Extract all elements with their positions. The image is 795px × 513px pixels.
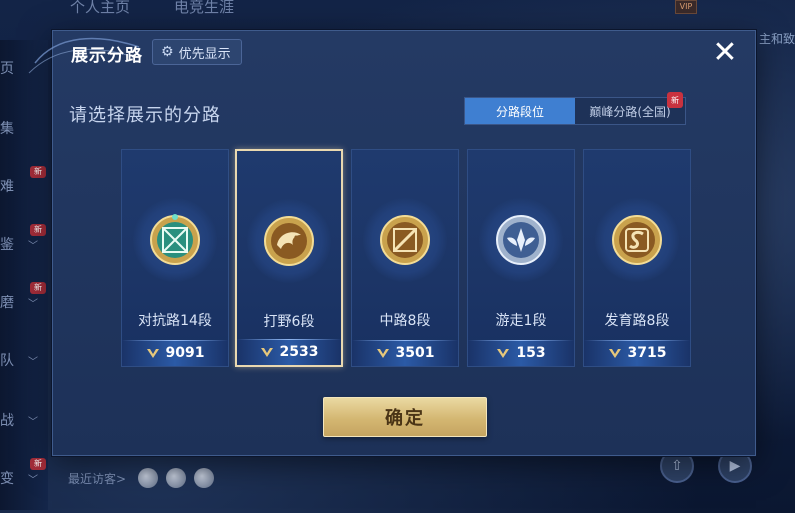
bg-side-item[interactable]: 队 ﹀ xyxy=(0,350,48,370)
lane-name: 中路8段 xyxy=(379,313,431,329)
bg-side-label: 战 xyxy=(0,413,14,429)
lane-score-bar: 9091 xyxy=(122,340,228,366)
peak-score-icon xyxy=(376,349,389,358)
up-arrow-icon: ⇧ xyxy=(671,458,683,474)
gear-icon: ⚙ xyxy=(161,44,174,60)
tab-peak-lane[interactable]: 巅峰分路(全国) 新 xyxy=(575,92,685,124)
dialog-subtitle: 请选择展示的分路 xyxy=(69,105,221,126)
chevron-down-icon: ﹀ xyxy=(28,299,38,310)
bg-right-text: 主和致 xyxy=(758,32,795,46)
new-tag: 新 xyxy=(30,224,46,236)
lane-score-bar: 2533 xyxy=(237,339,341,365)
chevron-down-icon: ﹀ xyxy=(28,475,38,486)
lane-score-bar: 3715 xyxy=(584,340,690,366)
bg-side-label: 难 xyxy=(0,179,14,195)
chevron-down-icon: ﹀ xyxy=(28,357,38,368)
priority-display-button[interactable]: ⚙ 优先显示 xyxy=(152,39,242,65)
bg-side-label: 队 xyxy=(0,353,14,369)
visitor-avatar[interactable] xyxy=(138,468,159,488)
lane-score: 9091 xyxy=(165,345,205,361)
bar-glow xyxy=(468,340,574,341)
vip-badge: VIP xyxy=(675,0,697,14)
farm-lane-emblem-icon xyxy=(612,215,662,265)
bar-glow xyxy=(122,340,228,341)
peak-score-icon xyxy=(608,349,621,358)
lane-card-roam[interactable]: 游走1段 153 xyxy=(467,149,575,367)
peak-score-icon xyxy=(260,348,273,357)
background-tabs: 个人主页 电竞生涯 xyxy=(70,0,234,17)
lane-score-bar: 3501 xyxy=(352,340,458,366)
tab-peak-lane-label: 巅峰分路(全国) xyxy=(589,104,671,119)
lane-name: 游走1段 xyxy=(495,313,547,329)
jungle-emblem-icon xyxy=(264,216,314,266)
recent-visitors: 最近访客> xyxy=(68,468,215,488)
bg-side-label: 磨 xyxy=(0,295,14,311)
close-icon: ✕ xyxy=(712,35,738,70)
bar-glow xyxy=(237,339,341,340)
new-badge: 新 xyxy=(667,92,683,108)
lane-score: 2533 xyxy=(279,344,319,360)
bg-side-item[interactable]: 集 xyxy=(0,118,48,138)
bg-tab-profile[interactable]: 个人主页 xyxy=(70,0,130,17)
lane-card-list: 对抗路14段 9091 打野6段 2533 中路8段 3501 游走1段 153… xyxy=(121,149,691,369)
lane-score: 3715 xyxy=(627,345,667,361)
bg-side-item[interactable]: 页 xyxy=(0,58,48,78)
visitor-avatar[interactable] xyxy=(194,468,215,488)
bar-glow xyxy=(584,340,690,341)
bg-side-label: 集 xyxy=(0,121,14,137)
mode-tabs: 分路段位 巅峰分路(全国) 新 xyxy=(464,92,686,125)
clash-lane-emblem-icon xyxy=(150,214,200,265)
background-sidebar: 页 集 难 新 鉴 新 ﹀ 磨 新 ﹀ 队 ﹀ 战 ﹀ 变 新 ﹀ xyxy=(0,40,48,510)
lane-name: 对抗路14段 xyxy=(138,313,212,329)
new-tag: 新 xyxy=(30,166,46,178)
priority-display-label: 优先显示 xyxy=(178,46,231,62)
bar-glow xyxy=(352,340,458,341)
new-tag: 新 xyxy=(30,282,46,294)
visitor-avatar[interactable] xyxy=(166,468,187,488)
bg-side-label: 变 xyxy=(0,471,14,487)
lane-score-bar: 153 xyxy=(468,340,574,366)
lane-card-mid[interactable]: 中路8段 3501 xyxy=(351,149,459,367)
chevron-down-icon: ﹀ xyxy=(28,417,38,428)
mid-lane-emblem-icon xyxy=(380,215,430,265)
bg-side-item[interactable]: 战 ﹀ xyxy=(0,410,48,430)
lane-score: 153 xyxy=(516,345,546,361)
bg-tab-esports[interactable]: 电竞生涯 xyxy=(174,0,234,17)
bg-side-label: 页 xyxy=(0,61,14,77)
roam-emblem-icon xyxy=(496,215,546,265)
lane-card-jungle[interactable]: 打野6段 2533 xyxy=(235,149,343,367)
lane-card-farm[interactable]: 发育路8段 3715 xyxy=(583,149,691,367)
peak-score-icon xyxy=(497,349,510,358)
lane-name: 打野6段 xyxy=(263,314,315,330)
bg-side-item[interactable]: 磨 新 ﹀ xyxy=(0,282,48,312)
bg-side-item[interactable]: 变 新 ﹀ xyxy=(0,458,48,488)
play-icon: ▶ xyxy=(729,458,741,474)
bg-side-item[interactable]: 难 新 xyxy=(0,166,48,196)
lane-display-dialog: 展示分路 ⚙ 优先显示 ✕ 请选择展示的分路 分路段位 巅峰分路(全国) 新 对… xyxy=(28,30,756,456)
lane-card-clash[interactable]: 对抗路14段 9091 xyxy=(121,149,229,367)
lane-score: 3501 xyxy=(395,345,435,361)
recent-visitors-label[interactable]: 最近访客> xyxy=(68,470,126,487)
confirm-button[interactable]: 确定 xyxy=(323,397,487,437)
lane-name: 发育路8段 xyxy=(604,313,670,329)
dialog-title: 展示分路 xyxy=(71,46,143,66)
chevron-down-icon: ﹀ xyxy=(28,241,38,252)
close-button[interactable]: ✕ xyxy=(707,35,743,71)
new-tag: 新 xyxy=(30,458,46,470)
tab-lane-rank[interactable]: 分路段位 xyxy=(465,98,575,124)
peak-score-icon xyxy=(146,349,159,358)
bg-side-label: 鉴 xyxy=(0,237,14,253)
bg-side-item[interactable]: 鉴 新 ﹀ xyxy=(0,224,48,254)
